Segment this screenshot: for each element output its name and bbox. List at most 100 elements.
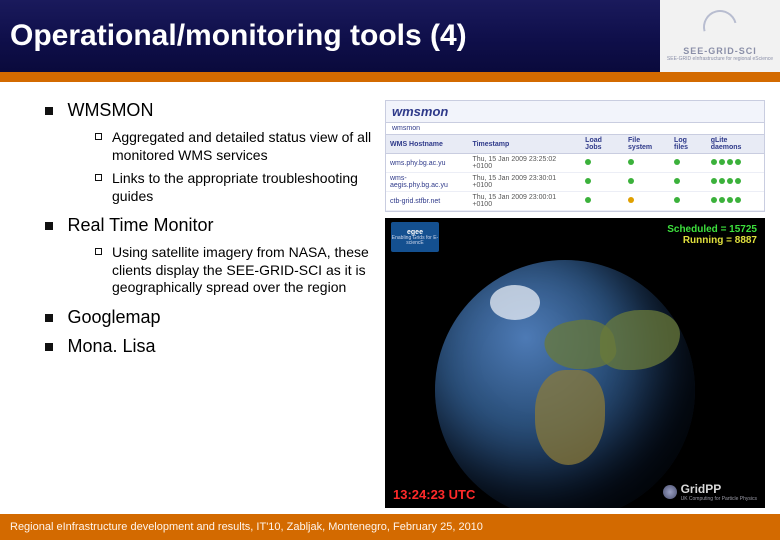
cell-ts: Thu, 15 Jan 2009 23:00:01 +0100 [468,192,581,211]
running-count: Running = 8887 [667,235,757,246]
egee-subtext: Enabling Grids for E-sciencE [391,236,439,246]
open-square-icon [95,174,102,181]
status-dot-icon [674,178,680,184]
status-dot-icon [585,178,591,184]
status-dot-icon [711,178,717,184]
bullet-label: WMSMON [67,100,153,120]
image-column: wmsmon wmsmon WMS Hostname Timestamp Loa… [385,100,770,510]
col-load: Load Jobs [581,135,624,154]
table-row: wms.phy.bg.ac.yu Thu, 15 Jan 2009 23:25:… [386,154,764,173]
cell-status [670,154,707,173]
sub-bullet: Aggregated and detailed status view of a… [95,129,377,164]
status-dot-icon [628,197,634,203]
col-ts: Timestamp [468,135,581,154]
wmsmon-table: WMS Hostname Timestamp Load Jobs File sy… [386,135,764,211]
wmsmon-screenshot: wmsmon wmsmon WMS Hostname Timestamp Loa… [385,100,765,212]
title-band: Operational/monitoring tools (4) [0,0,660,72]
status-dot-icon [585,197,591,203]
status-dot-icon [711,197,717,203]
cell-status [624,192,670,211]
slide-body: WMSMON Aggregated and detailed status vi… [0,92,780,510]
brand-text: SEE-GRID-SCI [683,46,757,56]
rtm-stats: Scheduled = 15725 Running = 8887 [667,224,757,246]
scheduled-count: Scheduled = 15725 [667,224,757,235]
bullet-label: Mona. Lisa [67,336,155,356]
sub-bullet-text: Using satellite imagery from NASA, these… [112,244,377,297]
landmass [490,285,540,320]
bullet-label: Googlemap [67,307,160,327]
cell-status [581,192,624,211]
wmsmon-logo-text: wmsmon [386,101,764,123]
wmsmon-tab: wmsmon [386,123,764,135]
cell-status [581,173,624,192]
landmass [600,310,680,370]
status-dot-icon [628,178,634,184]
sub-bullet-text: Aggregated and detailed status view of a… [112,129,377,164]
cell-status [707,173,764,192]
status-dot-icon [727,178,733,184]
utc-clock: 13:24:23 UTC [393,487,475,502]
status-dot-icon [719,178,725,184]
gridpp-text: GridPP [681,482,722,496]
landmass [535,370,605,465]
footer-text: Regional eInfrastructure development and… [10,521,483,533]
sub-bullet-text: Links to the appropriate troubleshooting… [112,170,377,205]
status-dot-icon [735,178,741,184]
bullet-monalisa: Mona. Lisa [45,336,377,357]
open-square-icon [95,248,102,255]
table-row: ctb-grid.stfbr.net Thu, 15 Jan 2009 23:0… [386,192,764,211]
bullet-wmsmon: WMSMON Aggregated and detailed status vi… [45,100,377,205]
gridpp-subtext: UK Computing for Particle Physics [681,496,757,502]
cell-host: wms-aegis.phy.bg.ac.yu [386,173,468,192]
cell-status [707,154,764,173]
text-column: WMSMON Aggregated and detailed status vi… [45,100,385,510]
slide-footer: Regional eInfrastructure development and… [0,514,780,540]
bullet-googlemap: Googlemap [45,307,377,328]
status-dot-icon [719,159,725,165]
swirl-icon [697,4,743,50]
status-dot-icon [674,197,680,203]
rtm-top-left: egee Enabling Grids for E-sciencE [391,222,439,252]
cell-status [670,173,707,192]
sub-bullet: Links to the appropriate troubleshooting… [95,170,377,205]
cell-status [624,173,670,192]
brand-logo: SEE-GRID-SCI SEE-GRID eInfrastructure fo… [660,0,780,72]
cell-ts: Thu, 15 Jan 2009 23:30:01 +0100 [468,173,581,192]
square-bullet-icon [45,222,53,230]
bullet-rtm: Real Time Monitor Using satellite imager… [45,215,377,297]
status-dot-icon [674,159,680,165]
table-row: wms-aegis.phy.bg.ac.yu Thu, 15 Jan 2009 … [386,173,764,192]
status-dot-icon [711,159,717,165]
earth-globe-icon [435,260,695,508]
square-bullet-icon [45,343,53,351]
status-dot-icon [585,159,591,165]
square-bullet-icon [45,314,53,322]
col-fs: File system [624,135,670,154]
status-dot-icon [735,197,741,203]
accent-bar [0,72,780,82]
egee-badge: egee Enabling Grids for E-sciencE [391,222,439,252]
gridpp-sphere-icon [663,485,677,499]
status-dot-icon [727,197,733,203]
gridpp-logo: GridPP UK Computing for Particle Physics [663,482,757,502]
bullet-label: Real Time Monitor [67,215,213,235]
slide-header: Operational/monitoring tools (4) SEE-GRI… [0,0,780,72]
square-bullet-icon [45,107,53,115]
status-dot-icon [727,159,733,165]
brand-subtext: SEE-GRID eInfrastructure for regional eS… [667,56,773,62]
cell-status [581,154,624,173]
col-log: Log files [670,135,707,154]
open-square-icon [95,133,102,140]
col-host: WMS Hostname [386,135,468,154]
col-dae: gLite daemons [707,135,764,154]
sub-bullet: Using satellite imagery from NASA, these… [95,244,377,297]
cell-status [707,192,764,211]
status-dot-icon [719,197,725,203]
table-header-row: WMS Hostname Timestamp Load Jobs File sy… [386,135,764,154]
status-dot-icon [628,159,634,165]
slide-title: Operational/monitoring tools (4) [10,19,467,53]
cell-host: ctb-grid.stfbr.net [386,192,468,211]
cell-status [670,192,707,211]
status-dot-icon [735,159,741,165]
cell-ts: Thu, 15 Jan 2009 23:25:02 +0100 [468,154,581,173]
